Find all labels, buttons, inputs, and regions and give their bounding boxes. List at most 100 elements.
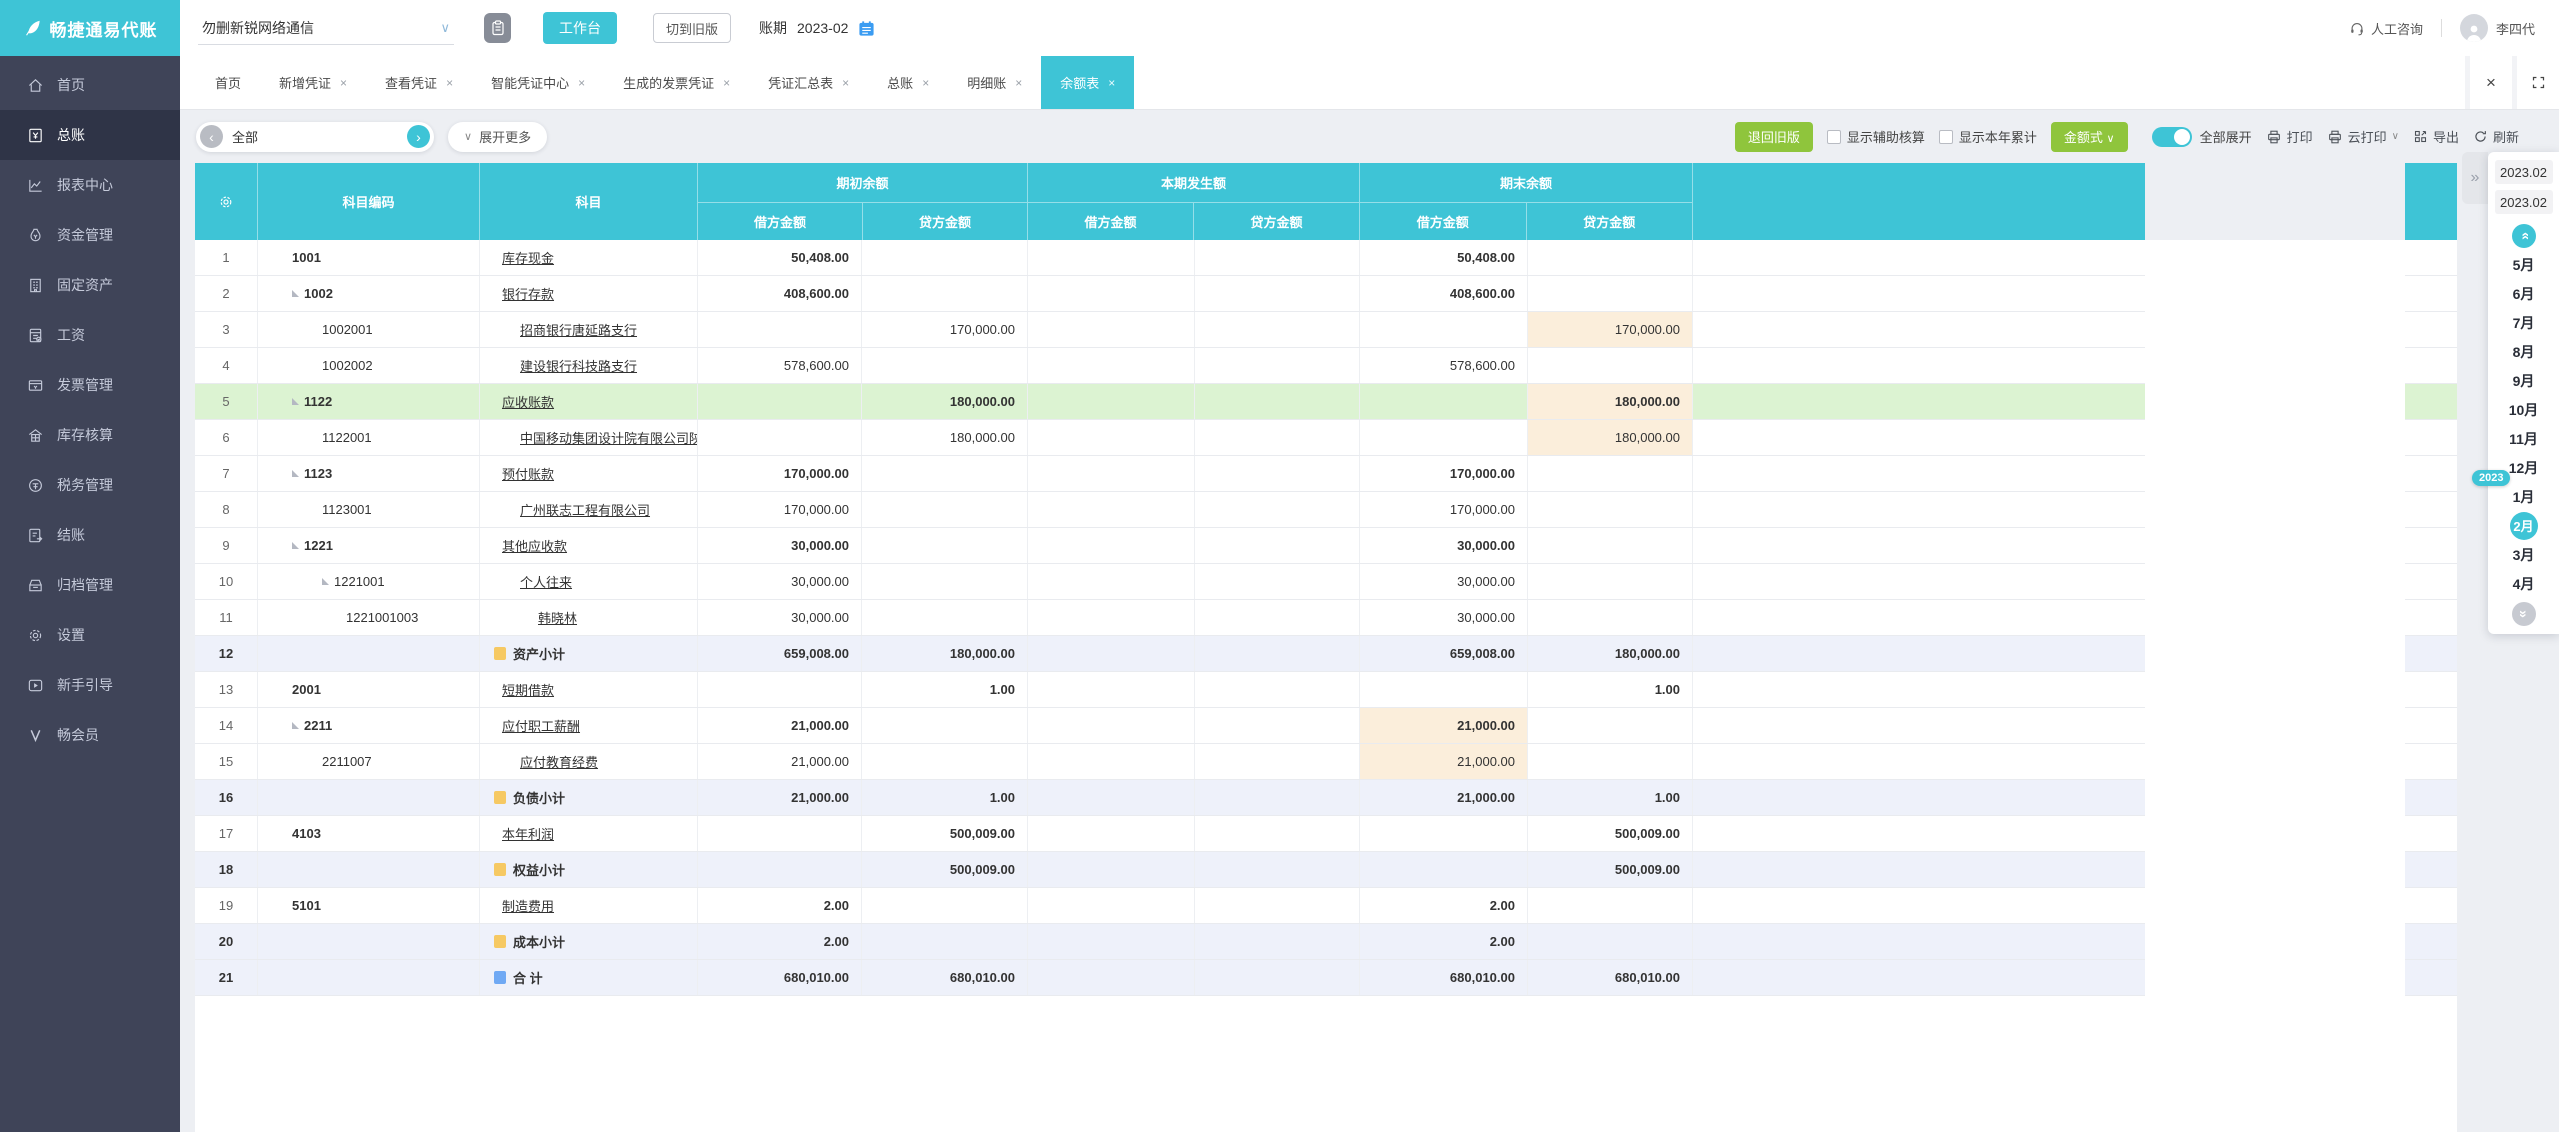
fullscreen-button[interactable] [2517,56,2559,109]
month-item[interactable]: 2月 [2488,511,2559,540]
close-icon[interactable]: × [1015,76,1022,90]
sidebar-item-member[interactable]: 畅会员 [0,710,180,760]
close-icon[interactable]: × [842,76,849,90]
sidebar-item-home[interactable]: 首页 [0,60,180,110]
checkbox-icon[interactable] [1938,129,1953,144]
table-row[interactable]: 1 1001 库存现金 50,408.00 50,408.00 [195,240,2145,276]
sidebar-item-invoice-management[interactable]: 发票管理 [0,360,180,410]
company-selector[interactable]: 勿删新锐网络通信 ∨ [198,12,454,45]
expand-triangle-icon[interactable] [292,398,299,405]
header-gear-cell[interactable] [195,163,258,240]
amount-style-dropdown[interactable]: 金额式 ∨ [2050,121,2128,152]
chevron-left-icon[interactable]: ‹ [200,125,223,148]
sidebar-item-tax-management[interactable]: 税务管理 [0,460,180,510]
chevron-right-icon[interactable]: › [407,125,430,148]
table-row[interactable]: 21 合 计 680,010.00 680,010.00 680,010.00 … [195,960,2145,996]
table-row[interactable]: 9 1221 其他应收款 30,000.00 30,000.00 [195,528,2145,564]
tab-voucher-summary[interactable]: 凭证汇总表 × [749,56,868,109]
subject-link[interactable]: 本年利润 [502,824,554,843]
scroll-months-down-button[interactable]: » [2511,602,2536,626]
subject-link[interactable]: 负债小计 [513,788,565,807]
tab-home[interactable]: 首页 [196,56,260,109]
user-name[interactable]: 李四代 [2496,19,2535,38]
tab-detail-ledger[interactable]: 明细账 × [948,56,1041,109]
table-row[interactable]: 20 成本小计 2.00 2.00 [195,924,2145,960]
table-row[interactable]: 13 2001 短期借款 1.00 1.00 [195,672,2145,708]
tab-smart-voucher-center[interactable]: 智能凭证中心 × [472,56,604,109]
collapse-panel-handle[interactable]: » [2462,152,2488,204]
toggle-on-icon[interactable] [2151,126,2192,147]
subject-link[interactable]: 招商银行唐延路支行 [520,320,637,339]
expand-all-toggle[interactable]: 全部展开 [2151,126,2252,147]
month-item[interactable]: 11月 [2488,424,2559,453]
period-to-input[interactable]: 2023.02 [2494,190,2553,214]
subject-link[interactable]: 银行存款 [502,284,554,303]
subject-link[interactable]: 应付职工薪酬 [502,716,580,735]
subject-link[interactable]: 个人往来 [520,572,572,591]
close-icon[interactable]: × [723,76,730,90]
subject-link[interactable]: 制造费用 [502,896,554,915]
sidebar-item-settings[interactable]: 设置 [0,610,180,660]
period-value[interactable]: 2023-02 [797,20,848,36]
tab-view-voucher[interactable]: 查看凭证 × [366,56,472,109]
tab-balance-sheet[interactable]: 余额表 × [1041,56,1135,109]
print-button[interactable]: 打印 [2266,127,2313,146]
table-row[interactable]: 19 5101 制造费用 2.00 2.00 [195,888,2145,924]
subject-link[interactable]: 合 计 [513,968,543,987]
expand-triangle-icon[interactable] [322,578,329,585]
scroll-months-up-button[interactable]: » [2511,224,2536,248]
month-item[interactable]: 6月 [2488,279,2559,308]
sidebar-item-salary[interactable]: 工资 [0,310,180,360]
calendar-icon[interactable] [858,20,875,37]
subject-link[interactable]: 中国移动集团设计院有限公司陕 [520,428,697,447]
sidebar-item-general-ledger[interactable]: 总账 [0,110,180,160]
clipboard-icon[interactable] [484,13,511,43]
table-row[interactable]: 3 1002001 招商银行唐延路支行 170,000.00 170,000.0… [195,312,2145,348]
checkbox-icon[interactable] [1826,129,1841,144]
subject-link[interactable]: 应收账款 [502,392,554,411]
close-icon[interactable]: × [578,76,585,90]
tab-new-voucher[interactable]: 新增凭证 × [260,56,366,109]
sidebar-item-fund-management[interactable]: 资金管理 [0,210,180,260]
subject-link[interactable]: 建设银行科技路支行 [520,356,637,375]
month-item[interactable]: 8月 [2488,337,2559,366]
sidebar-item-beginner-guide[interactable]: 新手引导 [0,660,180,710]
subject-link[interactable]: 其他应收款 [502,536,567,555]
close-icon[interactable]: × [446,76,453,90]
export-button[interactable]: 导出 [2413,127,2459,146]
subject-link[interactable]: 韩晓林 [538,608,577,627]
show-auxiliary-checkbox[interactable]: 显示辅助核算 [1826,127,1925,146]
subject-link[interactable]: 权益小计 [513,860,565,879]
subject-link[interactable]: 成本小计 [513,932,565,951]
subject-filter[interactable]: ‹ 全部 › [196,121,434,152]
month-item[interactable]: 9月 [2488,366,2559,395]
table-row[interactable]: 7 1123 预付账款 170,000.00 170,000.00 [195,456,2145,492]
expand-triangle-icon[interactable] [292,290,299,297]
table-row[interactable]: 6 1122001 中国移动集团设计院有限公司陕 180,000.00 180,… [195,420,2145,456]
table-row[interactable]: 17 4103 本年利润 500,009.00 500,009.00 [195,816,2145,852]
sidebar-item-closing[interactable]: 结账 [0,510,180,560]
show-ytd-checkbox[interactable]: 显示本年累计 [1938,127,2037,146]
switch-old-version-button[interactable]: 切到旧版 [653,13,732,43]
month-item[interactable]: 4月 [2488,569,2559,598]
expand-more-button[interactable]: ∨ 展开更多 [448,121,548,152]
subject-link[interactable]: 应付教育经费 [520,752,598,771]
close-icon[interactable]: × [1108,76,1115,90]
close-icon[interactable]: × [922,76,929,90]
sidebar-item-archive-management[interactable]: 归档管理 [0,560,180,610]
table-row[interactable]: 18 权益小计 500,009.00 500,009.00 [195,852,2145,888]
expand-triangle-icon[interactable] [292,470,299,477]
tab-generated-invoice-voucher[interactable]: 生成的发票凭证 × [604,56,749,109]
sidebar-item-fixed-assets[interactable]: 固定资产 [0,260,180,310]
subject-link[interactable]: 短期借款 [502,680,554,699]
table-row[interactable]: 4 1002002 建设银行科技路支行 578,600.00 578,600.0… [195,348,2145,384]
table-row[interactable]: 15 2211007 应付教育经费 21,000.00 21,000.00 [195,744,2145,780]
subject-link[interactable]: 广州联志工程有限公司 [520,500,650,519]
month-item[interactable]: 1月 [2488,482,2559,511]
table-row[interactable]: 8 1123001 广州联志工程有限公司 170,000.00 170,000.… [195,492,2145,528]
table-row[interactable]: 2 1002 银行存款 408,600.00 408,600.00 [195,276,2145,312]
sidebar-item-inventory-accounting[interactable]: 库存核算 [0,410,180,460]
month-item[interactable]: 5月 [2488,250,2559,279]
subject-link[interactable]: 预付账款 [502,464,554,483]
manual-consult-button[interactable]: 人工咨询 [2349,19,2423,38]
